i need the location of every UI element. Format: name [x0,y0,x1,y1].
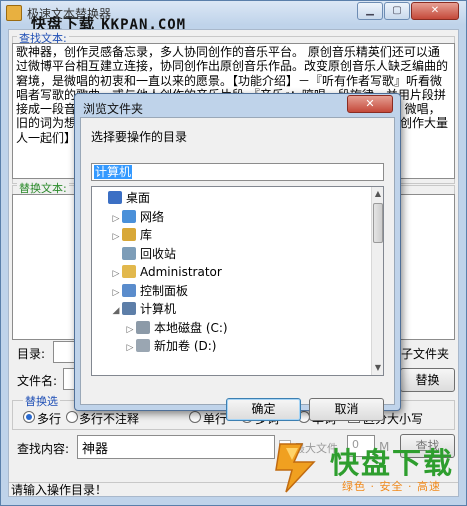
user-folder-icon [122,265,136,278]
expand-arrow-icon[interactable]: ▷ [110,228,122,246]
tree-scrollbar[interactable]: ▲ ▼ [371,187,383,375]
options-legend: 替换选 [23,393,60,409]
dialog-prompt: 选择要操作的目录 [91,130,188,144]
search-input[interactable]: 神器 [77,435,275,459]
tree-item[interactable]: 桌面 [96,189,150,207]
tree-item[interactable]: ◢ 计算机 [110,300,176,318]
browse-folder-dialog: 浏览文件夹 ✕ 选择要操作的目录 计算机 桌面 ▷ 网络 ▷ 库回收站 ▷ Administ… [74,93,401,421]
tree-item[interactable]: ▷ 库 [110,226,152,244]
dialog-close-button[interactable]: ✕ [347,95,393,113]
maximize-button[interactable]: ▢ [384,2,410,20]
tree-item-label: 桌面 [126,191,151,205]
tree-item[interactable]: ▷ Administrator [110,263,222,281]
close-button[interactable]: ✕ [411,2,459,20]
network-icon [122,209,136,223]
expand-arrow-icon[interactable]: ▷ [110,210,122,228]
option-label-multiline-nocomment: 多行不注释 [79,412,140,426]
volume-icon [136,339,150,352]
subfolder-label[interactable]: 子文件夹 [401,345,449,362]
dir-label: 目录: [17,347,46,361]
tree-item[interactable]: 回收站 [110,245,176,263]
expand-arrow-icon[interactable]: ▷ [124,339,136,357]
tree-item-label: Administrator [140,265,222,279]
tree-item[interactable]: ▷ 网络 [110,208,164,226]
tree-item[interactable]: ▷ 新加卷 (D:) [124,337,216,355]
search-label: 查找内容: [17,442,70,456]
tree-item-label: 计算机 [140,302,177,316]
dir-input[interactable] [53,341,75,363]
maximize-icon: ▢ [392,5,402,16]
tree-item-label: 库 [140,228,153,242]
scroll-up-icon[interactable]: ▲ [372,187,383,201]
tree-item-label: 网络 [140,209,165,224]
control-panel-icon [122,283,136,297]
option-radio-multiline[interactable] [23,411,35,423]
library-icon [122,228,136,241]
option-label-singleline: 单行 [203,412,228,426]
dialog-cancel-button[interactable]: 取消 [309,398,384,421]
computer-icon [122,302,136,315]
close-icon: ✕ [365,97,375,110]
expand-arrow-icon[interactable]: ◢ [110,302,122,320]
option-radio-singleline[interactable] [189,411,201,423]
title-bar[interactable]: 极速文本替换器 快盘下载 KKPAN.COM ▁ ▢ ✕ [1,1,466,33]
replace-button[interactable]: 替换 [400,368,455,392]
dialog-ok-button[interactable]: 确定 [226,398,301,421]
logo-tagline: 绿色 · 安全 · 高速 [342,480,441,493]
kuaipan-logo: 快盘下载 绿色 · 安全 · 高速 [268,434,466,500]
dialog-path-value: 计算机 [94,165,133,179]
expand-arrow-icon[interactable]: ▷ [110,284,122,302]
scroll-down-icon[interactable]: ▼ [372,361,383,375]
recycle-bin-icon [122,246,136,260]
minimize-button[interactable]: ▁ [357,2,383,20]
minimize-icon: ▁ [366,5,374,16]
tree-item[interactable]: ▷ 本地磁盘 (C:) [124,319,228,337]
tree-item-label: 回收站 [140,246,177,261]
scroll-thumb[interactable] [373,203,383,243]
expand-arrow-icon[interactable]: ▷ [110,265,122,283]
tree-item-label: 本地磁盘 (C:) [154,320,228,335]
dialog-body: 选择要操作的目录 计算机 桌面 ▷ 网络 ▷ 库回收站 ▷ Administrator ▷ 控制… [80,117,395,421]
app-icon [6,5,22,21]
filename-label: 文件名: [17,374,58,388]
expand-arrow-icon[interactable]: ▷ [124,321,136,339]
desktop-icon [108,191,122,204]
dialog-path-field[interactable]: 计算机 [91,163,384,181]
tree-item[interactable]: ▷ 控制面板 [110,282,188,300]
logo-name: 快盘下载 [330,446,455,480]
close-icon: ✕ [430,5,440,16]
folder-tree[interactable]: 桌面 ▷ 网络 ▷ 库回收站 ▷ Administrator ▷ 控制面板 ◢ 计算机 ▷ 本地磁盘 (… [91,186,384,376]
local-disk-icon [136,320,150,334]
tree-item-label: 控制面板 [140,283,189,298]
option-label-multiline: 多行 [37,412,62,426]
tree-item-label: 新加卷 (D:) [154,339,217,353]
option-radio-multiline-nocomment[interactable] [66,411,78,423]
dialog-title: 浏览文件夹 [83,102,144,116]
logo-mark-icon [275,443,316,493]
